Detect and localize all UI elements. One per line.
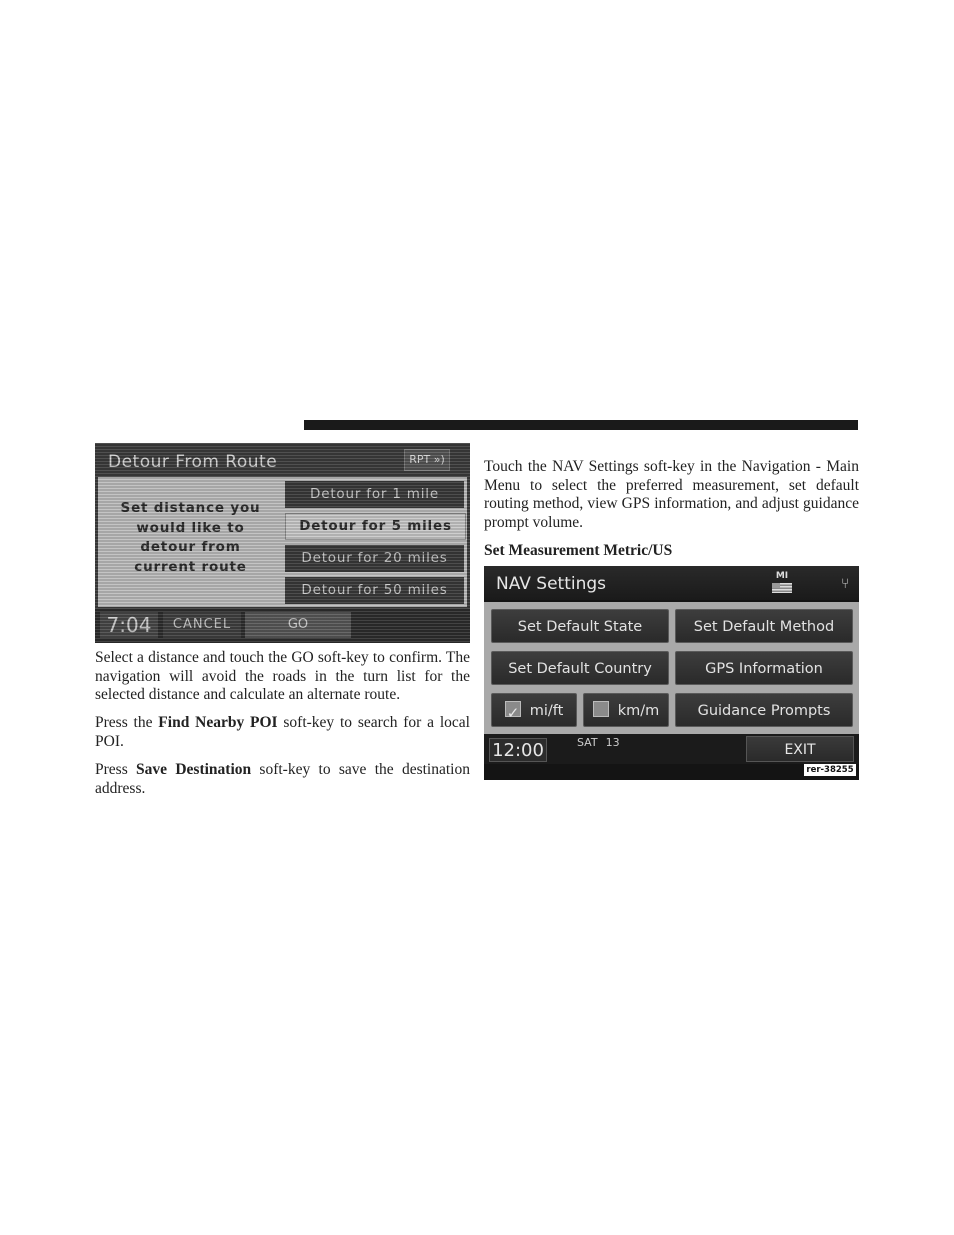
detour-from-route-screen: Detour From Route RPT ») Set distance yo…	[95, 443, 470, 643]
checkbox-unchecked-icon	[592, 701, 609, 717]
bottom-bar: 7:04 CANCEL GO	[95, 609, 470, 643]
detour-20-miles-button[interactable]: Detour for 20 miles	[285, 545, 464, 572]
date-display: SAT 13	[577, 736, 628, 749]
date-label: 13	[605, 736, 620, 749]
section-heading: Set Measurement Metric/US	[484, 542, 673, 559]
header-bar: NAV Settings MI ⑂	[484, 566, 859, 600]
detour-50-miles-button[interactable]: Detour for 50 miles	[285, 577, 464, 604]
nav-settings-screen: NAV Settings MI ⑂ Set Default State Set …	[484, 566, 859, 780]
text-span: Press the	[95, 714, 159, 731]
set-default-state-button[interactable]: Set Default State	[491, 609, 669, 643]
detour-1-mile-button[interactable]: Detour for 1 mile	[285, 481, 464, 508]
state-label: MI	[775, 571, 789, 581]
checkbox-checked-icon	[504, 696, 521, 730]
guidance-prompts-button[interactable]: Guidance Prompts	[675, 693, 853, 727]
day-label: SAT	[577, 736, 598, 749]
clock: 12:00	[489, 738, 547, 762]
km-m-label: km/m	[617, 703, 660, 719]
find-nearby-poi-text: Press the Find Nearby POI soft-key to se…	[95, 714, 470, 751]
settings-panel: Set Default State Set Default Method Set…	[484, 602, 859, 734]
gps-information-button[interactable]: GPS Information	[675, 651, 853, 685]
bold-term: Find Nearby POI	[158, 714, 278, 731]
mi-ft-toggle[interactable]: mi/ft	[491, 693, 577, 730]
bold-term: Save Destination	[136, 761, 252, 778]
save-destination-text: Press Save Destination soft-key to save …	[95, 761, 470, 798]
repeat-prompt-button[interactable]: RPT »)	[404, 449, 450, 471]
detour-panel: Set distance you would like to detour fr…	[98, 477, 467, 607]
state-indicator: MI	[772, 572, 792, 593]
flag-icon	[772, 583, 792, 593]
figure-code: rer-38255	[804, 764, 856, 776]
nav-settings-intro: Touch the NAV Settings soft-key in the N…	[484, 458, 859, 531]
footer-bar: 12:00 SAT 13 EXIT	[484, 734, 859, 764]
prompt-line: detour from	[140, 539, 241, 555]
detour-5-miles-button[interactable]: Detour for 5 miles	[285, 513, 466, 540]
section-header-bar	[304, 420, 858, 430]
cancel-button[interactable]: CANCEL	[163, 612, 241, 638]
detour-prompt: Set distance you would like to detour fr…	[108, 499, 273, 577]
km-m-toggle[interactable]: km/m	[583, 693, 669, 727]
set-default-country-button[interactable]: Set Default Country	[491, 651, 669, 685]
clock: 7:04	[100, 612, 158, 638]
detour-instructions: Select a distance and touch the GO soft-…	[95, 649, 470, 704]
go-button[interactable]: GO	[245, 612, 351, 638]
prompt-line: would like to	[136, 519, 245, 536]
prompt-line: Set distance you	[120, 500, 261, 516]
seat-icon: ⑂	[841, 576, 850, 592]
screen-title: NAV Settings	[496, 574, 607, 594]
screen-title: Detour From Route	[108, 452, 278, 472]
text-span: Press	[95, 761, 137, 778]
prompt-line: current route	[134, 558, 247, 575]
mi-ft-label: mi/ft	[529, 703, 564, 719]
exit-button[interactable]: EXIT	[746, 736, 854, 762]
set-default-method-button[interactable]: Set Default Method	[675, 609, 853, 643]
